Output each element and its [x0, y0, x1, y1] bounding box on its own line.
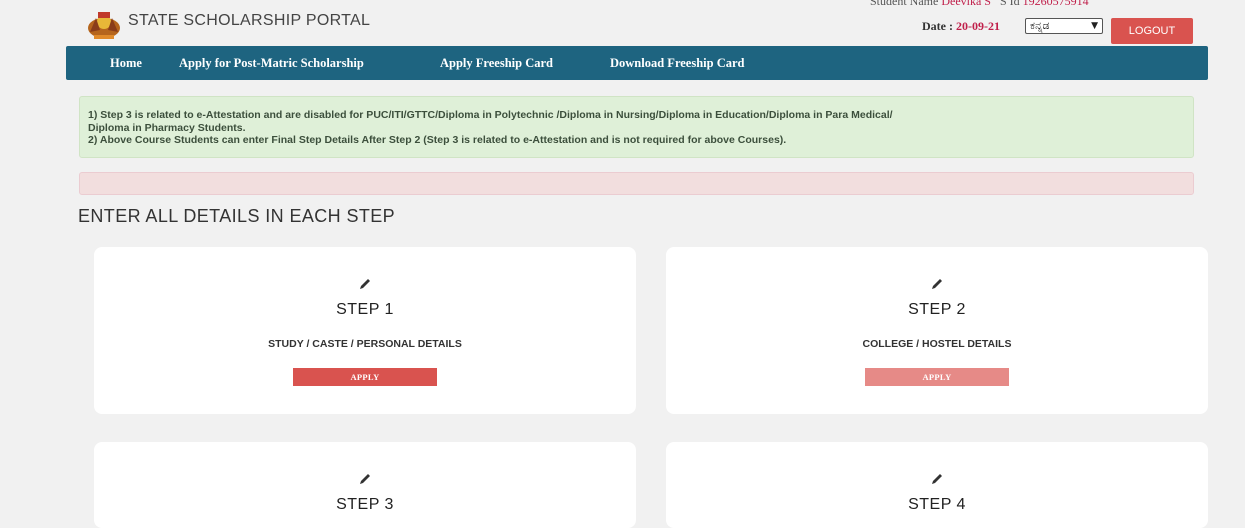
nav-home[interactable]: Home [110, 46, 142, 80]
step-card-1: STEP 1 STUDY / CASTE / PERSONAL DETAILS … [94, 247, 636, 414]
language-selected: ಕನ್ನಡ [1030, 19, 1050, 32]
pencil-icon [932, 279, 942, 289]
info-notice: 1) Step 3 is related to e-Attestation an… [79, 96, 1194, 158]
header-bar: STATE SCHOLARSHIP PORTAL Student Name De… [0, 0, 1245, 46]
step-subtitle: STUDY / CASTE / PERSONAL DETAILS [268, 338, 462, 350]
student-info: Student Name Deevika S S Id 19260575914 [870, 0, 1089, 9]
step-title: STEP 4 [908, 496, 966, 513]
pencil-icon [360, 279, 370, 289]
step-card-2: STEP 2 COLLEGE / HOSTEL DETAILS APPLY [666, 247, 1208, 414]
notice-line-3: 2) Above Course Students can enter Final… [88, 134, 787, 146]
student-id-value: 19260575914 [1022, 0, 1089, 8]
student-name-label: Student Name [870, 0, 939, 8]
student-id-label: S Id [999, 0, 1020, 8]
step-card-4: STEP 4 [666, 442, 1208, 528]
step-title: STEP 2 [908, 301, 966, 318]
alert-box [79, 172, 1194, 195]
section-heading: ENTER ALL DETAILS IN EACH STEP [78, 206, 396, 226]
apply-button-step-1[interactable]: APPLY [293, 368, 437, 386]
step-subtitle: COLLEGE / HOSTEL DETAILS [862, 338, 1012, 350]
step-title: STEP 1 [336, 301, 394, 318]
apply-button-step-2[interactable]: APPLY [865, 368, 1009, 386]
pencil-icon [360, 474, 370, 484]
date-label: Date : [922, 19, 956, 33]
language-select[interactable]: ಕನ್ನಡ ▼ [1025, 18, 1103, 34]
step-card-3: STEP 3 [94, 442, 636, 528]
main-nav: Home Apply for Post-Matric Scholarship A… [66, 46, 1208, 80]
notice-line-1: 1) Step 3 is related to e-Attestation an… [88, 109, 893, 121]
student-name-value: Deevika S [941, 0, 991, 8]
date-value: 20-09-21 [955, 19, 1000, 33]
nav-apply-post-matric[interactable]: Apply for Post-Matric Scholarship [179, 46, 364, 80]
nav-download-freeship[interactable]: Download Freeship Card [610, 46, 745, 80]
notice-line-2: Diploma in Pharmacy Students. [88, 121, 246, 134]
pencil-icon [932, 474, 942, 484]
step-title: STEP 3 [336, 496, 394, 513]
karnataka-emblem-icon [88, 12, 120, 39]
portal-title: STATE SCHOLARSHIP PORTAL [128, 12, 371, 29]
nav-apply-freeship[interactable]: Apply Freeship Card [440, 46, 553, 80]
logout-button[interactable]: LOGOUT [1111, 18, 1193, 44]
date-info: Date : 20-09-21 [922, 19, 1000, 34]
chevron-down-icon: ▼ [1091, 21, 1098, 31]
